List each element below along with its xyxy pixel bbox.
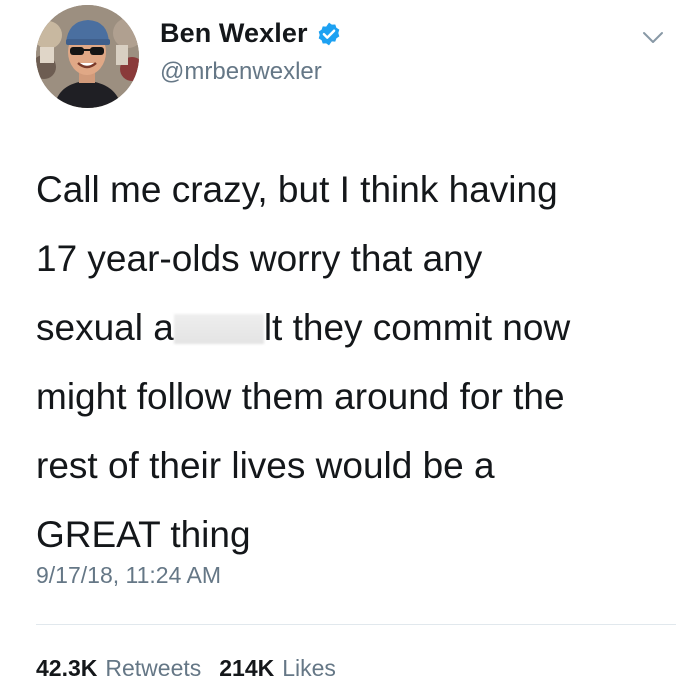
divider <box>36 624 676 625</box>
chevron-down-icon[interactable] <box>640 24 666 50</box>
likes-label: Likes <box>282 655 336 681</box>
avatar[interactable] <box>36 5 139 108</box>
redaction-blur <box>173 314 264 344</box>
tweet-text-line: Call me crazy, but I think having <box>36 169 558 210</box>
likes-count: 214K <box>219 655 275 681</box>
tweet-text-line: might follow them around for the <box>36 376 565 417</box>
author-handle[interactable]: @mrbenwexler <box>160 58 322 86</box>
tweet-text-line: GREAT thing <box>36 514 251 555</box>
tweet-timestamp[interactable]: 9/17/18, 11:24 AM <box>36 562 221 589</box>
likes-stat[interactable]: 214K Likes <box>219 655 336 682</box>
author-display-name[interactable]: Ben Wexler <box>160 18 308 49</box>
retweets-label: Retweets <box>105 655 202 681</box>
tweet-text-line: 17 year-olds worry that any <box>36 238 483 279</box>
tweet-card: Ben Wexler @mrbenwexler Call me crazy, b… <box>0 0 700 700</box>
tweet-text-line: rest of their lives would be a <box>36 445 495 486</box>
tweet-text-line: sexual a lt they commit now <box>36 293 676 362</box>
retweets-stat[interactable]: 42.3K Retweets <box>36 655 201 682</box>
tweet-stats: 42.3K Retweets 214K Likes <box>36 655 336 682</box>
tweet-text: Call me crazy, but I think having 17 yea… <box>36 155 676 569</box>
author-name-row: Ben Wexler <box>160 18 342 49</box>
tweet-text-segment: lt they commit now <box>263 307 571 348</box>
verified-badge-icon <box>316 21 342 47</box>
tweet-text-segment: sexual a <box>36 307 174 348</box>
retweets-count: 42.3K <box>36 655 98 681</box>
